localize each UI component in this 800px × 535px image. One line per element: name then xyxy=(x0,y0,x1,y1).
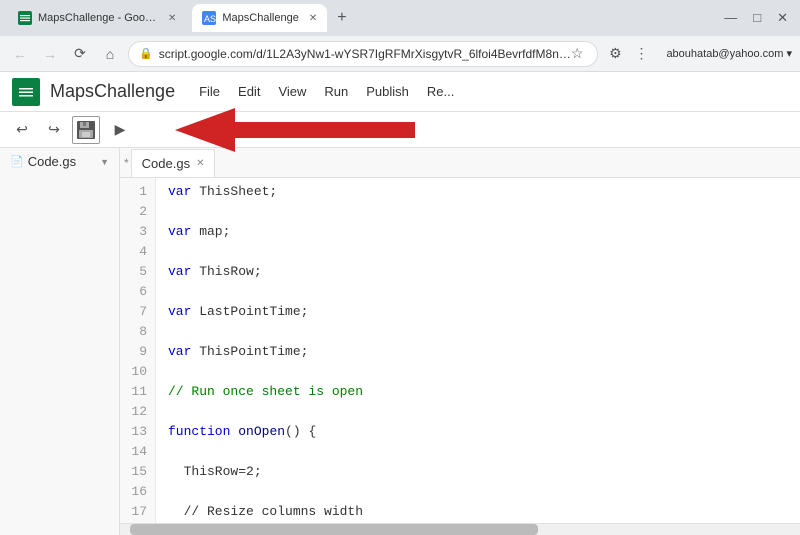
user-account[interactable]: abouhatab@yahoo.com ▾ xyxy=(666,47,792,60)
apps-script-favicon: AS xyxy=(202,11,216,25)
tab-sheets-close[interactable]: ✕ xyxy=(168,13,176,24)
tab-sheets-label: MapsChallenge - Google Sheets xyxy=(38,12,158,24)
menu-file[interactable]: File xyxy=(191,80,228,103)
line-number: 2 xyxy=(128,202,147,222)
menu-resources[interactable]: Re... xyxy=(419,80,462,103)
line-number: 13 xyxy=(128,422,147,442)
line-number: 14 xyxy=(128,442,147,462)
editor-main: * Code.gs ✕ 1234567891011121314151617181… xyxy=(120,148,800,535)
home-button[interactable]: ⌂ xyxy=(98,42,122,66)
reload-button[interactable]: ⟳ xyxy=(68,42,92,66)
back-button[interactable]: ← xyxy=(8,42,32,66)
code-line xyxy=(168,242,788,262)
code-line xyxy=(168,482,788,502)
unsaved-indicator: * xyxy=(124,156,129,170)
sidebar-arrow-icon: ▼ xyxy=(100,157,109,167)
line-number: 1 xyxy=(128,182,147,202)
line-number: 3 xyxy=(128,222,147,242)
run-button[interactable]: ▶ xyxy=(106,116,134,144)
bookmark-icon[interactable]: ☆ xyxy=(571,45,584,62)
line-number: 9 xyxy=(128,342,147,362)
menu-run[interactable]: Run xyxy=(316,80,356,103)
app-logo xyxy=(12,78,40,106)
sidebar-file-label: Code.gs xyxy=(28,154,76,169)
code-line: var ThisRow; xyxy=(168,262,788,282)
close-button[interactable]: ✕ xyxy=(773,10,792,26)
code-line: function onOpen() { xyxy=(168,422,788,442)
browser-tab-bar: MapsChallenge - Google Sheets ✕ AS MapsC… xyxy=(0,0,800,36)
tab-apps-script-close[interactable]: ✕ xyxy=(309,13,317,24)
extension-icon[interactable]: ⚙ xyxy=(604,43,626,65)
address-bar[interactable]: 🔒 script.google.com/d/1L2A3yNw1-wYSR7IgR… xyxy=(128,41,598,67)
app-title: MapsChallenge xyxy=(50,81,175,102)
new-tab-button[interactable]: + xyxy=(337,9,346,27)
line-number: 5 xyxy=(128,262,147,282)
editor-area: 📄 Code.gs ▼ * Code.gs ✕ 1234567891011121… xyxy=(0,148,800,535)
address-text: script.google.com/d/1L2A3yNw1-wYSR7IgRFM… xyxy=(159,47,571,61)
line-number: 8 xyxy=(128,322,147,342)
line-number: 15 xyxy=(128,462,147,482)
code-line xyxy=(168,322,788,342)
code-line: var map; xyxy=(168,222,788,242)
app-menu: File Edit View Run Publish Re... xyxy=(191,80,462,103)
tab-sheets[interactable]: MapsChallenge - Google Sheets ✕ xyxy=(8,4,186,32)
window-controls: — □ ✕ xyxy=(720,10,792,26)
code-area[interactable]: 1234567891011121314151617181920212223242… xyxy=(120,178,800,523)
editor-tab-close-icon[interactable]: ✕ xyxy=(196,158,204,169)
code-line xyxy=(168,402,788,422)
menu-dots-icon[interactable]: ⋮ xyxy=(630,43,652,65)
line-number: 11 xyxy=(128,382,147,402)
line-numbers: 1234567891011121314151617181920212223242… xyxy=(120,178,156,523)
browser-right-icons: ⚙ ⋮ xyxy=(604,43,652,65)
menu-edit[interactable]: Edit xyxy=(230,80,268,103)
svg-text:AS: AS xyxy=(204,14,216,24)
line-number: 10 xyxy=(128,362,147,382)
code-line xyxy=(168,202,788,222)
line-number: 6 xyxy=(128,282,147,302)
save-icon xyxy=(77,121,95,139)
code-line: var LastPointTime; xyxy=(168,302,788,322)
app-bar: MapsChallenge File Edit View Run Publish… xyxy=(0,72,800,112)
menu-view[interactable]: View xyxy=(270,80,314,103)
line-number: 17 xyxy=(128,502,147,522)
sidebar: 📄 Code.gs ▼ xyxy=(0,148,120,535)
address-bar-row: ← → ⟳ ⌂ 🔒 script.google.com/d/1L2A3yNw1-… xyxy=(0,36,800,72)
code-line xyxy=(168,442,788,462)
line-number: 16 xyxy=(128,482,147,502)
menu-publish[interactable]: Publish xyxy=(358,80,417,103)
editor-tab-code[interactable]: Code.gs ✕ xyxy=(131,149,216,177)
redo-button[interactable]: ↪ xyxy=(40,116,68,144)
tab-apps-script-label: MapsChallenge xyxy=(222,12,298,24)
undo-button[interactable]: ↩ xyxy=(8,116,36,144)
line-number: 12 xyxy=(128,402,147,422)
code-line: var ThisSheet; xyxy=(168,182,788,202)
sidebar-file-item[interactable]: 📄 Code.gs ▼ xyxy=(0,148,119,175)
editor-tab-label: Code.gs xyxy=(142,156,190,171)
file-icon: 📄 xyxy=(10,155,24,168)
code-line: // Resize columns width xyxy=(168,502,788,522)
minimize-button[interactable]: — xyxy=(720,10,741,26)
secure-icon: 🔒 xyxy=(139,47,153,60)
horizontal-scrollbar[interactable] xyxy=(120,523,800,535)
forward-button[interactable]: → xyxy=(38,42,62,66)
code-line xyxy=(168,362,788,382)
code-line: var ThisPointTime; xyxy=(168,342,788,362)
save-button[interactable] xyxy=(72,116,100,144)
sheets-favicon xyxy=(18,11,32,25)
toolbar: ↩ ↪ ▶ xyxy=(0,112,800,148)
code-line xyxy=(168,282,788,302)
tab-apps-script[interactable]: AS MapsChallenge ✕ xyxy=(192,4,327,32)
code-line: ThisRow=2; xyxy=(168,462,788,482)
editor-tab-bar: * Code.gs ✕ xyxy=(120,148,800,178)
code-line: // Run once sheet is open xyxy=(168,382,788,402)
line-number: 7 xyxy=(128,302,147,322)
code-content[interactable]: var ThisSheet; var map; var ThisRow; var La… xyxy=(156,178,800,523)
line-number: 4 xyxy=(128,242,147,262)
maximize-button[interactable]: □ xyxy=(749,10,765,26)
